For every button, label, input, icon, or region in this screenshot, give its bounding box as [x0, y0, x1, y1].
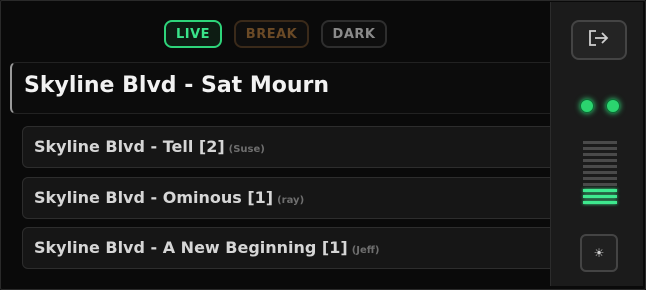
queue-item[interactable]: Skyline Blvd - Tell [2] (Suse)	[22, 126, 550, 168]
level-meter	[583, 141, 617, 207]
meter-bar	[583, 195, 617, 198]
exit-icon	[587, 28, 611, 52]
queue-item-title: Skyline Blvd - Tell [2]	[34, 137, 225, 156]
side-panel: ☀	[550, 2, 643, 286]
meter-bar	[583, 201, 617, 204]
queue-item[interactable]: Skyline Blvd - A New Beginning [1] (Jeff)	[22, 227, 550, 269]
meter-bar	[583, 183, 617, 186]
mode-dark-button[interactable]: DARK	[321, 20, 387, 48]
queue-item-label: Skyline Blvd - Ominous [1] (ray)	[34, 188, 304, 207]
queue-item-label: Skyline Blvd - Tell [2] (Suse)	[34, 137, 265, 156]
status-led	[606, 99, 620, 113]
mode-live-button[interactable]: LIVE	[164, 20, 222, 48]
main-panel: LIVE BREAK DARK Skyline Blvd - Sat Mourn…	[2, 2, 550, 286]
meter-bar	[583, 165, 617, 168]
brightness-icon: ☀	[593, 246, 605, 260]
queue-item-label: Skyline Blvd - A New Beginning [1] (Jeff)	[34, 238, 379, 257]
queue-item-author: (Suse)	[228, 144, 265, 155]
queue-item[interactable]: Skyline Blvd - Ominous [1] (ray)	[22, 177, 550, 219]
now-playing-title: Skyline Blvd - Sat Mourn	[24, 73, 330, 98]
brightness-button[interactable]: ☀	[580, 234, 618, 272]
meter-bar	[583, 147, 617, 150]
mode-selector: LIVE BREAK DARK	[2, 20, 550, 52]
meter-bar	[583, 153, 617, 156]
now-playing-item[interactable]: Skyline Blvd - Sat Mourn	[10, 62, 550, 114]
meter-bar	[583, 177, 617, 180]
queue-item-title: Skyline Blvd - Ominous [1]	[34, 188, 274, 207]
mode-break-button[interactable]: BREAK	[234, 20, 309, 48]
status-led	[580, 99, 594, 113]
queue-item-author: (Jeff)	[351, 245, 380, 256]
meter-bar	[583, 189, 617, 192]
meter-bar	[583, 171, 617, 174]
queue-item-title: Skyline Blvd - A New Beginning [1]	[34, 238, 348, 257]
meter-bar	[583, 159, 617, 162]
meter-bar	[583, 141, 617, 144]
queue-item-author: (ray)	[277, 195, 305, 206]
exit-button[interactable]	[571, 20, 627, 60]
